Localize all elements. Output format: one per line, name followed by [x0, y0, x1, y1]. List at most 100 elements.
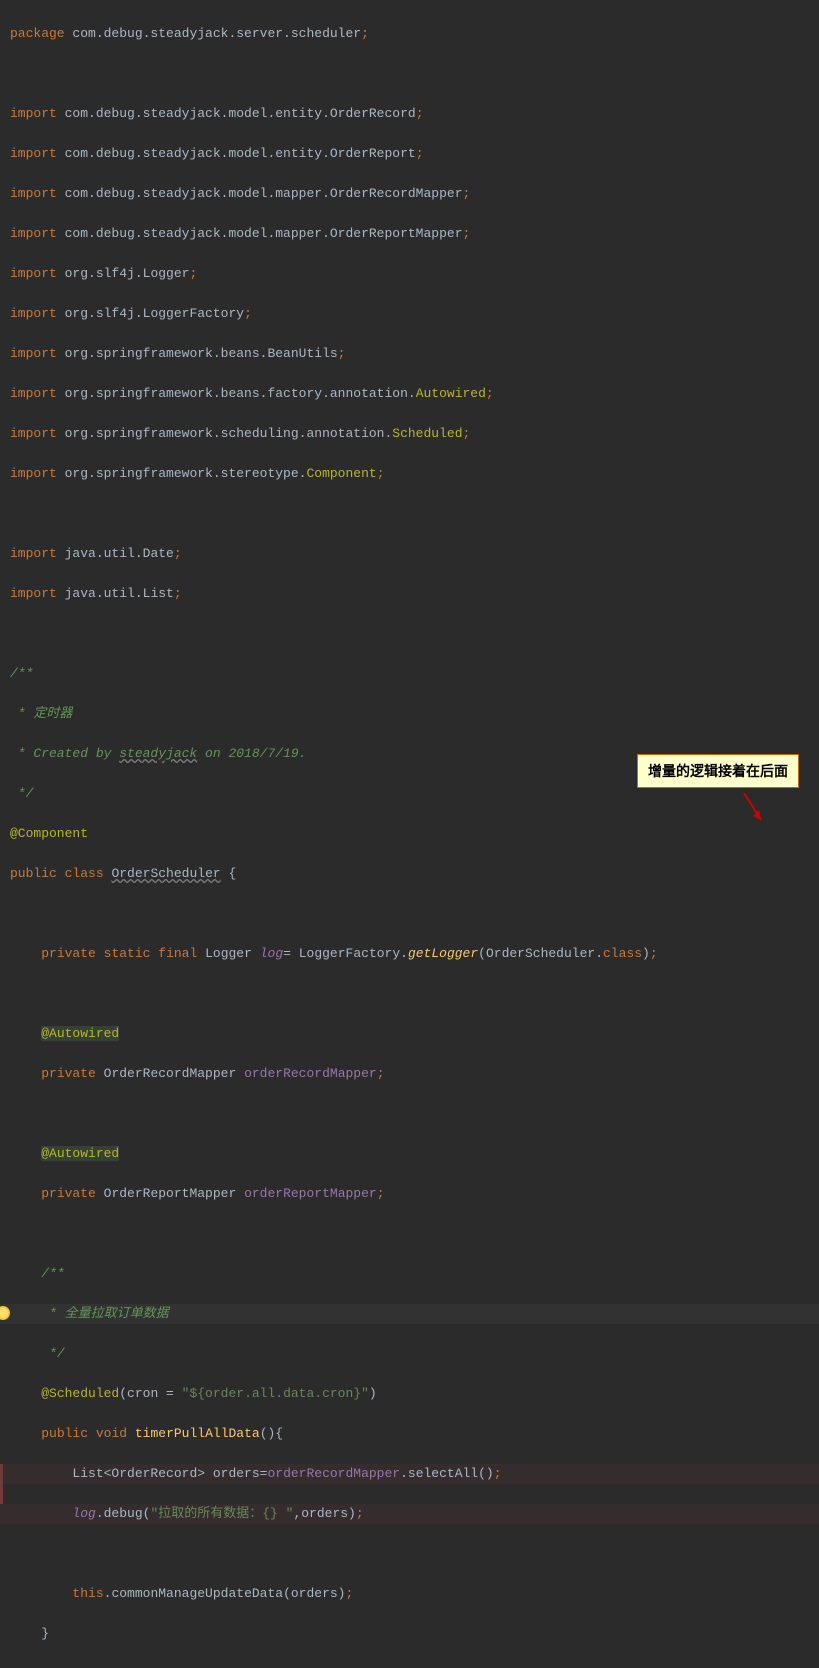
javadoc: on 2018/7/19.	[197, 746, 306, 761]
keyword: import	[10, 346, 57, 361]
code-line[interactable]: import org.springframework.scheduling.an…	[0, 424, 819, 444]
keyword: class	[603, 946, 642, 961]
code-line[interactable]: import org.springframework.beans.BeanUti…	[0, 344, 819, 364]
blank-line[interactable]	[0, 624, 819, 644]
keyword: import	[10, 226, 57, 241]
javadoc: */	[41, 1346, 64, 1361]
import-path: com.debug.steadyjack.model.mapper.OrderR…	[65, 226, 463, 241]
code-line[interactable]: @Autowired	[0, 1024, 819, 1044]
call: .commonManageUpdateData(orders)	[104, 1586, 346, 1601]
blank-line[interactable]	[0, 1104, 819, 1124]
code-line[interactable]: import java.util.Date;	[0, 544, 819, 564]
type: OrderReportMapper	[104, 1186, 237, 1201]
keyword: private	[41, 1066, 96, 1081]
import-class: Autowired	[416, 386, 486, 401]
eq: = LoggerFactory.	[283, 946, 408, 961]
javadoc: */	[10, 786, 33, 801]
import-path: com.debug.steadyjack.model.mapper.OrderR…	[65, 186, 463, 201]
import-path: java.util.Date	[65, 546, 174, 561]
keyword: import	[10, 146, 57, 161]
method-call: getLogger	[408, 946, 478, 961]
post: ,orders)	[293, 1506, 355, 1521]
blank-line[interactable]	[0, 1544, 819, 1564]
code-editor[interactable]: package com.debug.steadyjack.server.sche…	[0, 0, 819, 1668]
blank-line[interactable]	[0, 64, 819, 84]
code-line[interactable]: public void timerPullAllData(){	[0, 1424, 819, 1444]
args: (OrderScheduler.	[478, 946, 603, 961]
annotation: @Autowired	[41, 1146, 119, 1161]
keyword: import	[10, 306, 57, 321]
field: orderRecordMapper	[244, 1066, 377, 1081]
field: log	[260, 946, 283, 961]
code-line[interactable]: import com.debug.steadyjack.model.mapper…	[0, 184, 819, 204]
code-line[interactable]: @Scheduled(cron = "${order.all.data.cron…	[0, 1384, 819, 1404]
code-line[interactable]: private OrderReportMapper orderReportMap…	[0, 1184, 819, 1204]
call: .debug(	[96, 1506, 151, 1521]
text: List<OrderRecord> orders=	[72, 1466, 267, 1481]
import-path: org.springframework.beans.BeanUtils	[65, 346, 338, 361]
import-path: java.util.List	[65, 586, 174, 601]
code-line[interactable]: import org.slf4j.LoggerFactory;	[0, 304, 819, 324]
code-line[interactable]: @Autowired	[0, 1144, 819, 1164]
keyword: public	[10, 866, 57, 881]
keyword: this	[72, 1586, 103, 1601]
doc-line[interactable]: * 定时器	[0, 704, 819, 724]
javadoc: * 定时器	[10, 706, 72, 721]
code-line[interactable]: import org.slf4j.Logger;	[0, 264, 819, 284]
javadoc: * 全量拉取订单数据	[41, 1306, 168, 1321]
doc-line[interactable]: /**	[0, 664, 819, 684]
blank-line[interactable]	[0, 984, 819, 1004]
keyword: import	[10, 266, 57, 281]
code-line[interactable]: package com.debug.steadyjack.server.sche…	[0, 24, 819, 44]
import-class: Component	[306, 466, 376, 481]
blank-line[interactable]	[0, 904, 819, 924]
semicolon: ;	[361, 26, 369, 41]
paren: (cron =	[119, 1386, 181, 1401]
sig: (){	[260, 1426, 283, 1441]
code-line[interactable]: log.debug("拉取的所有数据：{} ",orders);	[0, 1504, 819, 1524]
call: .selectAll()	[400, 1466, 494, 1481]
keyword: final	[158, 946, 197, 961]
code-line[interactable]: import com.debug.steadyjack.model.entity…	[0, 104, 819, 124]
code-line[interactable]: import com.debug.steadyjack.model.mapper…	[0, 224, 819, 244]
code-line[interactable]: import com.debug.steadyjack.model.entity…	[0, 144, 819, 164]
keyword: package	[10, 26, 65, 41]
import-path: com.debug.steadyjack.model.entity.OrderR…	[65, 146, 416, 161]
javadoc: /**	[41, 1266, 64, 1281]
code-line[interactable]: private OrderRecordMapper orderRecordMap…	[0, 1064, 819, 1084]
code-line[interactable]: }	[0, 1624, 819, 1644]
field: orderRecordMapper	[267, 1466, 400, 1481]
keyword: import	[10, 106, 57, 121]
type: Logger	[205, 946, 252, 961]
intention-bulb-icon[interactable]	[0, 1306, 10, 1320]
javadoc-author: steadyjack	[119, 746, 197, 761]
code-line[interactable]: private static final Logger log= LoggerF…	[0, 944, 819, 964]
code-line[interactable]: List<OrderRecord> orders=orderRecordMapp…	[0, 1464, 819, 1484]
code-line[interactable]: @Component	[0, 824, 819, 844]
blank-line[interactable]	[0, 1224, 819, 1244]
import-path: org.springframework.scheduling.annotatio…	[65, 426, 393, 441]
annotation-callout: 增量的逻辑接着在后面	[637, 754, 799, 788]
import-path: org.slf4j.LoggerFactory	[65, 306, 244, 321]
package-path: com.debug.steadyjack.server.scheduler	[72, 26, 361, 41]
class-name: OrderScheduler	[111, 866, 220, 881]
blank-line[interactable]	[0, 504, 819, 524]
code-line[interactable]: this.commonManageUpdateData(orders);	[0, 1584, 819, 1604]
doc-line[interactable]: /**	[0, 1264, 819, 1284]
field: orderReportMapper	[244, 1186, 377, 1201]
doc-line[interactable]: */	[0, 1344, 819, 1364]
string: "拉取的所有数据：{} "	[150, 1506, 293, 1521]
paren: )	[642, 946, 650, 961]
annotation: @Autowired	[41, 1026, 119, 1041]
keyword: import	[10, 186, 57, 201]
import-path: org.slf4j.Logger	[65, 266, 190, 281]
code-line[interactable]: import org.springframework.stereotype.Co…	[0, 464, 819, 484]
code-line[interactable]: public class OrderScheduler {	[0, 864, 819, 884]
keyword: import	[10, 546, 57, 561]
arrow-icon	[739, 788, 769, 828]
code-line[interactable]: import org.springframework.beans.factory…	[0, 384, 819, 404]
keyword: import	[10, 426, 57, 441]
doc-line[interactable]: * 全量拉取订单数据	[0, 1304, 819, 1324]
code-line[interactable]: import java.util.List;	[0, 584, 819, 604]
field: log	[72, 1506, 95, 1521]
